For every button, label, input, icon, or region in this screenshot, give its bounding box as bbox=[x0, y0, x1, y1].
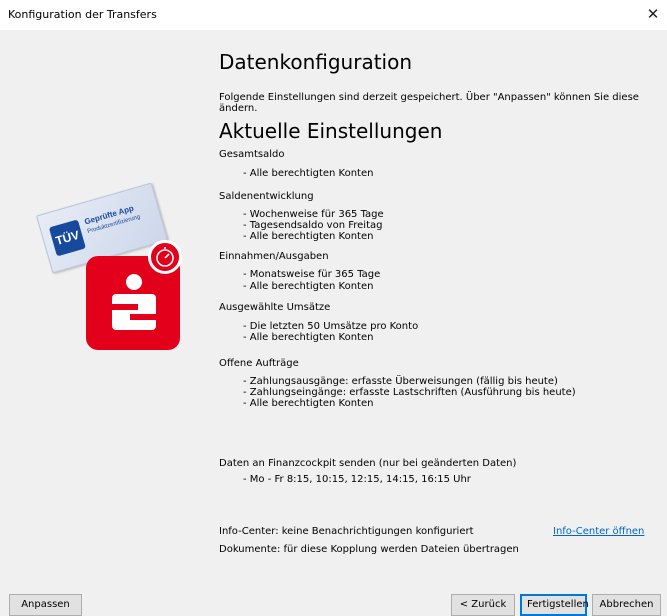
info-center-link[interactable]: Info-Center öffnen bbox=[553, 526, 644, 537]
section-finanzcockpit-title: Daten an Finanzcockpit senden (nur bei g… bbox=[219, 458, 517, 469]
section-gesamtsaldo-title: Gesamtsaldo bbox=[219, 149, 285, 160]
section-umsaetze-title: Ausgewählte Umsätze bbox=[219, 302, 331, 313]
list-item: - Alle berechtigten Konten bbox=[243, 168, 374, 179]
list-item: - Alle berechtigten Konten bbox=[243, 398, 374, 409]
app-logo-graphic: TÜV Geprüfte App Produktzertifizierung bbox=[30, 178, 190, 358]
list-item: - Die letzten 50 Umsätze pro Konto bbox=[243, 321, 419, 332]
close-icon[interactable]: ✕ bbox=[641, 2, 665, 26]
info-center-status: Info-Center: keine Benachrichtigungen ko… bbox=[219, 526, 474, 537]
list-item: - Mo - Fr 8:15, 10:15, 12:15, 14:15, 16:… bbox=[243, 474, 471, 485]
back-button[interactable]: < Zurück bbox=[451, 594, 515, 616]
list-item: - Zahlungseingänge: erfasste Lastschrift… bbox=[243, 387, 576, 398]
button-bar: Anpassen < Zurück Fertigstellen Abbreche… bbox=[0, 586, 667, 616]
list-item: - Wochenweise für 365 Tage bbox=[243, 209, 384, 220]
title-bar: Konfiguration der Transfers ✕ bbox=[0, 0, 667, 30]
intro-text: Folgende Einstellungen sind derzeit gesp… bbox=[219, 92, 639, 114]
dokumente-status: Dokumente: für diese Kopplung werden Dat… bbox=[219, 544, 519, 555]
gauge-icon bbox=[148, 240, 182, 274]
tuv-logo: TÜV bbox=[48, 219, 86, 257]
window-title: Konfiguration der Transfers bbox=[8, 8, 157, 21]
section-heading: Aktuelle Einstellungen bbox=[219, 119, 443, 143]
list-item: - Zahlungsausgänge: erfasste Überweisung… bbox=[243, 376, 558, 387]
section-einnahmen-title: Einnahmen/Ausgaben bbox=[219, 251, 329, 262]
list-item: - Monatsweise für 365 Tage bbox=[243, 269, 381, 280]
section-auftraege-title: Offene Aufträge bbox=[219, 358, 299, 369]
anpassen-button[interactable]: Anpassen bbox=[9, 594, 82, 616]
section-saldenentwicklung-title: Saldenentwicklung bbox=[219, 191, 314, 202]
page-title: Datenkonfiguration bbox=[219, 50, 413, 74]
list-item: - Alle berechtigten Konten bbox=[243, 332, 374, 343]
list-item: - Alle berechtigten Konten bbox=[243, 231, 374, 242]
list-item: - Alle berechtigten Konten bbox=[243, 281, 374, 292]
cancel-button[interactable]: Abbrechen bbox=[592, 594, 661, 616]
finish-button[interactable]: Fertigstellen bbox=[520, 594, 589, 616]
list-item: - Tagesendsaldo von Freitag bbox=[243, 220, 383, 231]
